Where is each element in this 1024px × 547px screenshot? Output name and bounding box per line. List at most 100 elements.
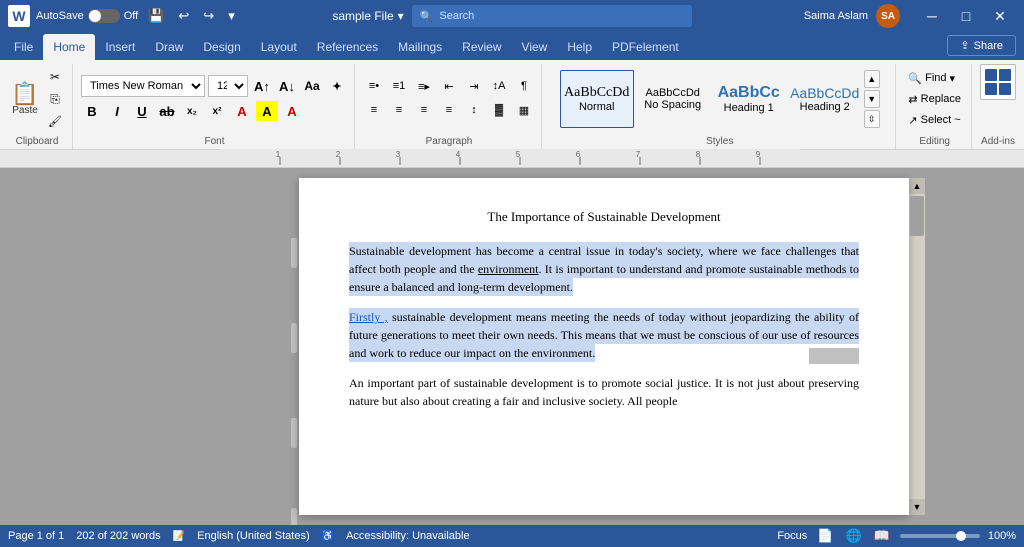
clear-format-btn[interactable]: ✦: [326, 76, 348, 96]
underline-btn[interactable]: U: [131, 101, 153, 121]
tab-view[interactable]: View: [512, 34, 558, 60]
decrease-indent-btn[interactable]: ⇤: [438, 76, 460, 96]
find-btn[interactable]: 🔍 Find ▾: [904, 70, 965, 87]
para2-firstword: Firstly ,: [349, 310, 388, 324]
paste-btn[interactable]: 📋 Paste: [8, 73, 42, 125]
tab-file[interactable]: File: [4, 34, 43, 60]
doc-para2[interactable]: Firstly , sustainable development means …: [349, 308, 859, 362]
tab-layout[interactable]: Layout: [251, 34, 307, 60]
justify-btn[interactable]: ≡: [438, 100, 460, 120]
font-label: Font: [204, 134, 224, 149]
styles-scroll-down[interactable]: ▼: [864, 90, 880, 108]
font-family-select[interactable]: Times New Roman: [81, 75, 205, 97]
styles-scroll-up[interactable]: ▲: [864, 70, 880, 88]
document-page: The Importance of Sustainable Developmen…: [299, 178, 909, 515]
shading-para-btn[interactable]: ▓: [488, 100, 510, 120]
align-left-btn[interactable]: ≡: [363, 100, 385, 120]
tab-draw[interactable]: Draw: [145, 34, 193, 60]
shading-btn[interactable]: A: [281, 101, 303, 121]
tab-pdfelement[interactable]: PDFelement: [602, 34, 689, 60]
borders-btn[interactable]: ▦: [513, 100, 535, 120]
styles-scrollbar: ▲ ▼ ⇳: [864, 70, 880, 128]
style-heading2[interactable]: AaBbCcDd Heading 2: [788, 70, 862, 128]
clipboard-label: Clipboard: [16, 134, 59, 149]
file-name: sample File ▾: [332, 9, 403, 23]
share-button[interactable]: ⇪ Share: [947, 35, 1016, 56]
replace-icon: ⇄: [908, 93, 917, 106]
change-case-btn[interactable]: Aa: [301, 76, 323, 96]
tab-review[interactable]: Review: [452, 34, 511, 60]
style-normal[interactable]: AaBbCcDd Normal: [560, 70, 634, 128]
scroll-thumb[interactable]: [910, 196, 924, 236]
align-right-btn[interactable]: ≡: [413, 100, 435, 120]
save-quick-btn[interactable]: 💾: [144, 6, 168, 26]
tab-insert[interactable]: Insert: [95, 34, 145, 60]
doc-title-text: The Importance of Sustainable Developmen…: [487, 209, 720, 224]
bullets-btn[interactable]: ≡•: [363, 76, 385, 96]
grow-font-btn[interactable]: A↑: [251, 76, 273, 96]
highlight-btn[interactable]: A: [256, 101, 278, 121]
shrink-font-btn[interactable]: A↓: [276, 76, 298, 96]
zoom-slider[interactable]: [900, 534, 980, 538]
align-center-btn[interactable]: ≡: [388, 100, 410, 120]
web-view-btn[interactable]: 🌐: [843, 526, 863, 546]
read-view-btn[interactable]: 📖: [872, 526, 892, 546]
bold-btn[interactable]: B: [81, 101, 103, 121]
ribbon: 📋 Paste ✂ ⎘ 🖌 Clipboard Times New Roman …: [0, 60, 1024, 150]
redo-btn[interactable]: ↪: [199, 6, 218, 26]
doc-para3[interactable]: An important part of sustainable develop…: [349, 374, 859, 410]
show-marks-btn[interactable]: ¶: [513, 76, 535, 96]
multilevel-btn[interactable]: ≡▸: [413, 76, 435, 96]
accessibility-icon: ♿: [322, 531, 334, 542]
numbering-btn[interactable]: ≡1: [388, 76, 410, 96]
user-avatar[interactable]: SA: [876, 4, 900, 28]
para-controls: ≡• ≡1 ≡▸ ⇤ ⇥ ↕A ¶ ≡ ≡ ≡ ≡ ↕ ▓ ▦: [363, 64, 535, 134]
sort-btn[interactable]: ↕A: [488, 76, 510, 96]
undo-btn[interactable]: ↩: [174, 6, 193, 26]
style-heading1[interactable]: AaBbCc Heading 1: [712, 70, 786, 128]
doc-para1[interactable]: Sustainable development has become a cen…: [349, 242, 859, 296]
svg-text:1: 1: [276, 150, 281, 159]
addins-icon[interactable]: [980, 64, 1016, 100]
subscript-btn[interactable]: x₂: [181, 101, 203, 121]
customize-quick-btn[interactable]: ▾: [224, 6, 239, 26]
ruler: 1 2 3 4 5 6 7 8 9: [0, 150, 1024, 168]
font-size-select[interactable]: 12: [208, 75, 248, 97]
select-btn[interactable]: ↗ Select ~: [904, 112, 965, 129]
copy-btn[interactable]: ⎘: [44, 89, 66, 109]
tab-help[interactable]: Help: [557, 34, 602, 60]
close-btn[interactable]: ✕: [984, 0, 1016, 32]
font-color-btn[interactable]: A: [231, 101, 253, 121]
share-icon: ⇪: [960, 39, 969, 52]
find-chevron: ▾: [950, 72, 956, 85]
font-format-row: B I U ab x₂ x² A A A: [81, 101, 348, 121]
scroll-up-btn[interactable]: ▲: [909, 178, 925, 194]
tab-design[interactable]: Design: [193, 34, 250, 60]
vertical-scrollbar[interactable]: ▲ ▼: [909, 178, 925, 515]
line-spacing-btn[interactable]: ↕: [463, 100, 485, 120]
focus-label[interactable]: Focus: [777, 530, 807, 542]
strikethrough-btn[interactable]: ab: [156, 101, 178, 121]
tab-mailings[interactable]: Mailings: [388, 34, 452, 60]
search-placeholder: Search: [439, 10, 474, 22]
italic-btn[interactable]: I: [106, 101, 128, 121]
print-view-btn[interactable]: 📄: [815, 526, 835, 546]
language[interactable]: English (United States): [197, 530, 310, 542]
style-nospacing[interactable]: AaBbCcDd No Spacing: [636, 70, 710, 128]
tab-home[interactable]: Home: [43, 34, 95, 60]
format-painter-btn[interactable]: 🖌: [44, 111, 66, 131]
replace-btn[interactable]: ⇄ Replace: [904, 91, 965, 108]
paragraph-label: Paragraph: [426, 134, 473, 149]
cut-btn[interactable]: ✂: [44, 67, 66, 87]
scroll-down-btn[interactable]: ▼: [909, 499, 925, 515]
filename-chevron: ▾: [398, 9, 404, 23]
superscript-btn[interactable]: x²: [206, 101, 228, 121]
svg-text:2: 2: [336, 150, 341, 159]
minimize-btn[interactable]: ─: [916, 0, 948, 32]
maximize-btn[interactable]: □: [950, 0, 982, 32]
styles-expand[interactable]: ⇳: [864, 110, 880, 128]
autosave-toggle[interactable]: [88, 9, 120, 23]
increase-indent-btn[interactable]: ⇥: [463, 76, 485, 96]
tab-references[interactable]: References: [307, 34, 388, 60]
search-bar[interactable]: 🔍 Search: [412, 5, 692, 27]
